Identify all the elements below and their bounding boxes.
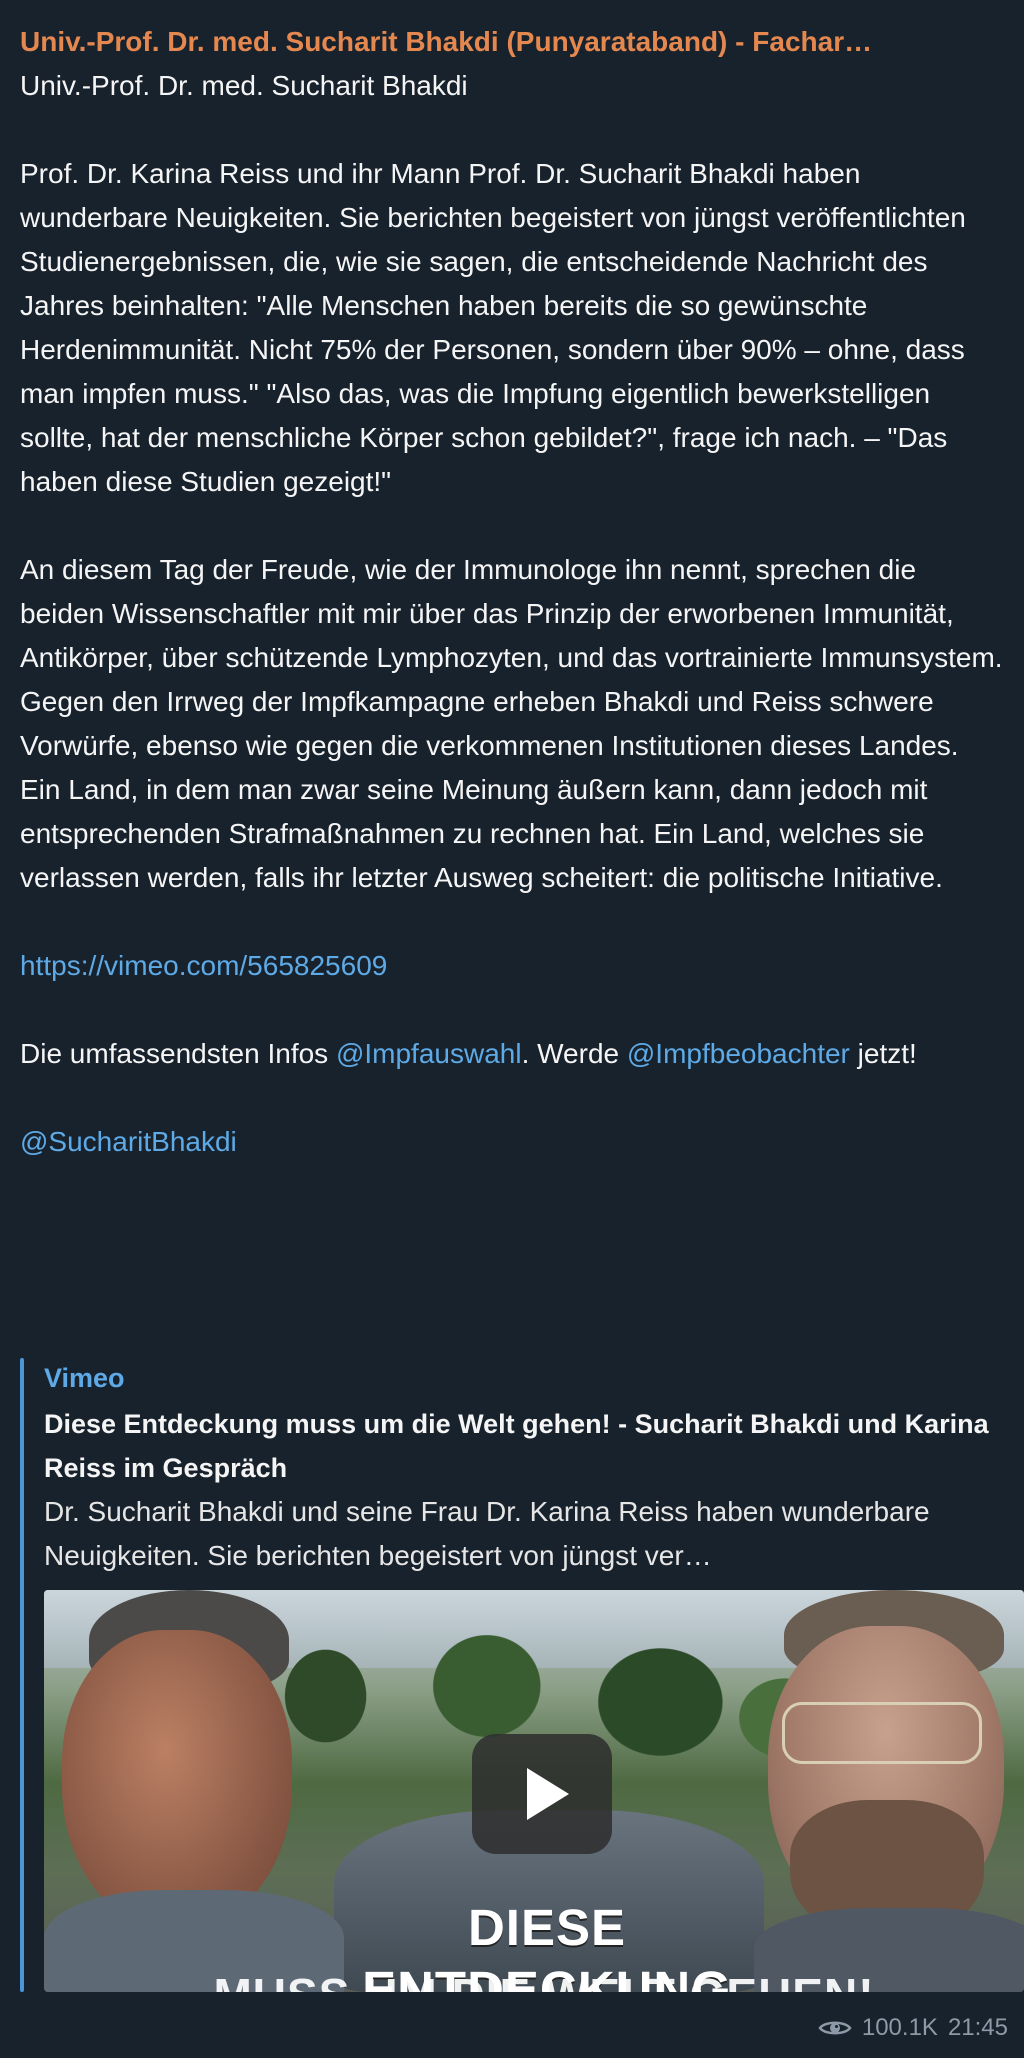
author-line: Univ.-Prof. Dr. med. Sucharit Bhakdi — [20, 70, 468, 101]
info-prefix: Die umfassendsten Infos — [20, 1038, 336, 1069]
eye-icon — [818, 2021, 852, 2035]
message-text: Univ.-Prof. Dr. med. Sucharit Bhakdi Pro… — [20, 64, 1005, 1164]
impfbeobachter-mention[interactable]: @Impfbeobachter — [627, 1038, 850, 1069]
link-preview[interactable]: Vimeo Diese Entdeckung muss um die Welt … — [20, 1358, 1024, 1992]
play-icon — [527, 1768, 569, 1820]
sender-name[interactable]: Univ.-Prof. Dr. med. Sucharit Bhakdi (Pu… — [20, 22, 1000, 62]
video-caption-line-2: MUSS UM DIE WELT GEHEN! — [184, 1966, 904, 1992]
left-person-face — [62, 1630, 292, 1930]
message-bubble: Univ.-Prof. Dr. med. Sucharit Bhakdi (Pu… — [0, 0, 1024, 2058]
info-suffix: jetzt! — [849, 1038, 917, 1069]
preview-accent-bar — [20, 1358, 24, 1992]
vimeo-link-line: https://vimeo.com/565825609 — [20, 944, 1005, 988]
sucharit-mention[interactable]: @SucharitBhakdi — [20, 1126, 237, 1157]
message-meta: 100.1K 21:45 — [818, 2014, 1008, 2042]
play-button[interactable] — [472, 1734, 612, 1854]
preview-title[interactable]: Diese Entdeckung muss um die Welt gehen!… — [44, 1402, 1004, 1490]
video-thumbnail[interactable]: DIESE ENTDECKUNG MUSS UM DIE WELT GEHEN! — [44, 1590, 1024, 1992]
message-paragraph-2: An diesem Tag der Freude, wie der Immuno… — [20, 554, 1003, 893]
impfauswahl-mention[interactable]: @Impfauswahl — [336, 1038, 522, 1069]
info-middle: . Werde — [521, 1038, 627, 1069]
author-mention-line: @SucharitBhakdi — [20, 1120, 1005, 1164]
preview-site-name[interactable]: Vimeo — [44, 1358, 125, 1398]
preview-description: Dr. Sucharit Bhakdi und seine Frau Dr. K… — [44, 1496, 930, 1571]
info-line: Die umfassendsten Infos @Impfauswahl. We… — [20, 1032, 1005, 1076]
message-paragraph-1: Prof. Dr. Karina Reiss und ihr Mann Prof… — [20, 158, 966, 497]
view-count: 100.1K — [861, 2014, 938, 2041]
vimeo-link[interactable]: https://vimeo.com/565825609 — [20, 950, 387, 981]
left-person — [44, 1590, 344, 1992]
right-person-glasses — [782, 1702, 982, 1764]
message-time: 21:45 — [947, 2014, 1008, 2041]
